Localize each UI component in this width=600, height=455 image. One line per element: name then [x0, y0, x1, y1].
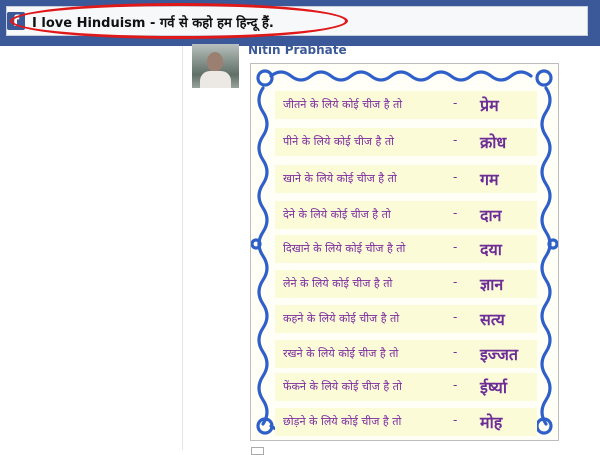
- phrase-text: लेने के लिये कोई चीज है तो: [283, 277, 393, 290]
- list-item: जीतने के लिये कोई चीज है तो - प्रेम: [275, 91, 537, 119]
- list-item: देने के लिये कोई चीज है तो - दान: [275, 201, 537, 229]
- answer-text: दया: [480, 240, 502, 259]
- list-item: रखने के लिये कोई चीज है तो - इज्जत: [275, 340, 537, 368]
- answer-text: क्रोध: [480, 133, 507, 152]
- phrase-text: देने के लिये कोई चीज है तो: [283, 208, 391, 221]
- dash: -: [453, 378, 458, 392]
- phrase-text: जीतने के लिये कोई चीज है तो: [283, 98, 403, 111]
- answer-text: सत्य: [480, 310, 505, 329]
- answer-text: गम: [480, 170, 499, 189]
- red-highlight-circle: [10, 3, 348, 39]
- phrase-text: दिखाने के लिये कोई चीज है तो: [283, 242, 406, 255]
- dash: -: [453, 275, 458, 289]
- answer-text: दान: [480, 206, 502, 225]
- dash: -: [453, 345, 458, 359]
- avatar-shirt: [200, 71, 231, 88]
- list-item: खाने के लिये कोई चीज है तो - गम: [275, 165, 537, 193]
- list-item: फेंकने के लिये कोई चीज है तो - ईर्ष्या: [275, 373, 537, 401]
- phrase-text: रखने के लिये कोई चीज है तो: [283, 347, 399, 360]
- phrase-text: खाने के लिये कोई चीज है तो: [283, 172, 397, 185]
- post-action-checkbox[interactable]: [251, 447, 264, 455]
- list-item: कहने के लिये कोई चीज है तो - सत्य: [275, 305, 537, 333]
- dash: -: [453, 206, 458, 220]
- phrase-text: छोड़ने के लिये कोई चीज है तो: [283, 415, 402, 428]
- answer-text: प्रेम: [480, 96, 499, 115]
- dash: -: [453, 96, 458, 110]
- answer-text: इज्जत: [480, 345, 519, 364]
- phrase-text: पीने के लिये कोई चीज है तो: [283, 135, 394, 148]
- answer-text: ज्ञान: [480, 275, 504, 294]
- list-item: दिखाने के लिये कोई चीज है तो - दया: [275, 235, 537, 263]
- dash: -: [453, 413, 458, 427]
- phrase-text: कहने के लिये कोई चीज है तो: [283, 312, 400, 325]
- phrase-text: फेंकने के लिये कोई चीज है तो: [283, 380, 402, 393]
- dash: -: [453, 133, 458, 147]
- list-item: छोड़ने के लिये कोई चीज है तो - मोह: [275, 408, 537, 436]
- answer-text: ईर्ष्या: [480, 378, 507, 397]
- answer-text: मोह: [480, 413, 503, 432]
- avatar-head: [207, 52, 223, 72]
- list-item: लेने के लिये कोई चीज है तो - ज्ञान: [275, 270, 537, 298]
- avatar[interactable]: [192, 44, 239, 88]
- dash: -: [453, 240, 458, 254]
- dash: -: [453, 310, 458, 324]
- dash: -: [453, 170, 458, 184]
- sidebar-divider: [182, 46, 183, 450]
- post-image[interactable]: जीतने के लिये कोई चीज है तो - प्रेम पीने…: [250, 63, 559, 441]
- post-author-name[interactable]: Nitin Prabhate: [248, 43, 347, 57]
- list-item: पीने के लिये कोई चीज है तो - क्रोध: [275, 128, 537, 156]
